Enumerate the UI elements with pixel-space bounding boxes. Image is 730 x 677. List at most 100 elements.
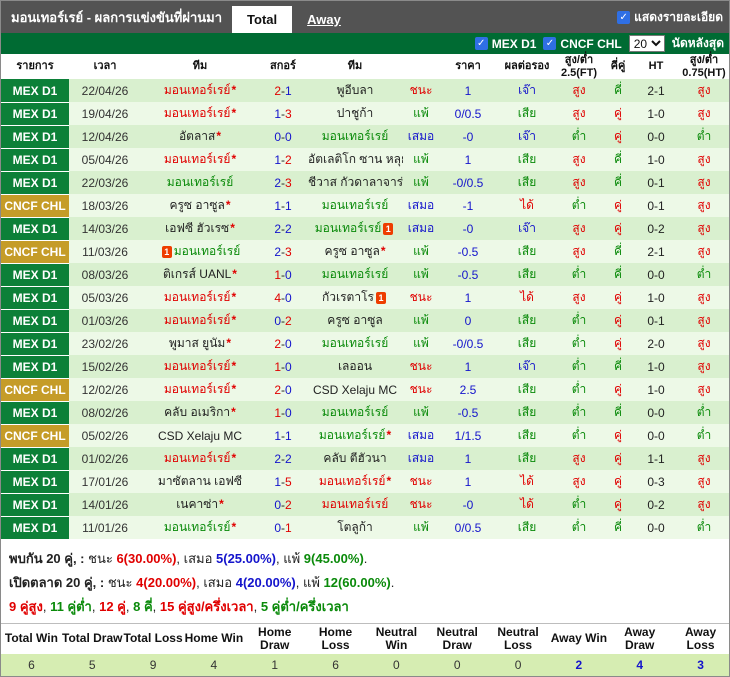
score: 2-3 bbox=[259, 240, 307, 263]
match-date: 05/03/26 bbox=[81, 290, 129, 305]
summary-segment: , เสมอ bbox=[176, 550, 217, 566]
over-under-ht: สูง bbox=[697, 336, 711, 351]
red-card-icon: 1 bbox=[375, 292, 386, 305]
league-badge: MEX D1 bbox=[1, 516, 69, 540]
away-team: ปาชูก้า bbox=[307, 102, 403, 125]
over-under-ht: ต่ำ bbox=[696, 428, 712, 443]
home-team-star-icon: * bbox=[232, 267, 237, 282]
stats-value: 0 bbox=[426, 654, 488, 676]
odd-even: คู่ bbox=[613, 198, 623, 213]
stats-value: 6 bbox=[1, 654, 62, 676]
over-under-ht: สูง bbox=[697, 244, 711, 259]
table-row: MEX D1 23/02/26 พูมาส ยูนัม* 2-0 มอนเทอร์เรย… bbox=[1, 332, 729, 356]
handicap-odds: 0 bbox=[464, 313, 472, 328]
over-under-ft: ต่ำ bbox=[571, 359, 587, 374]
summary-segment: , bbox=[152, 598, 160, 614]
table-row: MEX D1 08/03/26 ติเกรส์ UANL* 1-0 มอนเทอร์เร… bbox=[1, 263, 729, 287]
results-body: MEX D1 22/04/26 มอนเทอร์เรย์* 2-1 พูอีบลา ชนะ… bbox=[1, 79, 729, 540]
checkbox-checked-icon[interactable]: ✓ bbox=[617, 10, 631, 24]
stats-value: 6 bbox=[305, 654, 366, 676]
show-details-toggle[interactable]: ✓ แสดงรายละเอียด bbox=[617, 8, 729, 27]
score: 1-1 bbox=[259, 194, 307, 217]
score-left: 1 bbox=[274, 106, 281, 121]
handicap-result: เสีย bbox=[517, 313, 537, 328]
ht-score: 0-2 bbox=[647, 221, 665, 236]
home-team-star-icon: * bbox=[231, 290, 237, 305]
score: 1-1 bbox=[259, 424, 307, 447]
stats-column-header: Home Win bbox=[183, 623, 245, 655]
home-team-star-icon: * bbox=[231, 313, 237, 328]
away-team: มอนเทอร์เรย์ bbox=[307, 125, 403, 148]
table-row: CNCF CHL 05/02/26 CSD Xelaju MC 1-1 มอนเทอร์… bbox=[1, 424, 729, 448]
match-result: ชนะ bbox=[409, 474, 433, 489]
score: 4-0 bbox=[259, 286, 307, 309]
league-filter-cncfchl[interactable]: ✓ CNCF CHL bbox=[543, 37, 622, 51]
handicap-result: เสีย bbox=[517, 267, 537, 282]
score-right: 3 bbox=[285, 106, 292, 121]
team-name: คลับ อเมริกา bbox=[164, 405, 231, 420]
home-team: CSD Xelaju MC bbox=[141, 424, 259, 447]
stats-column-header: Away Win bbox=[548, 623, 610, 655]
team-name: มอนเทอร์เรย์ bbox=[163, 520, 231, 535]
ht-score: 0-0 bbox=[647, 428, 665, 443]
team-name: มอนเทอร์เรย์ bbox=[321, 497, 389, 512]
checkbox-checked-icon[interactable]: ✓ bbox=[543, 37, 557, 50]
odd-even: คี่ bbox=[613, 405, 623, 420]
stats-table: Total Win Total Draw Total Loss Home Win Hom… bbox=[1, 622, 729, 676]
score-left: 0 bbox=[274, 129, 281, 144]
over-under-ht: สูง bbox=[697, 474, 711, 489]
stats-column-header: Total Draw bbox=[61, 623, 123, 655]
stats-column-header: Total Win bbox=[1, 623, 62, 655]
summary-line-3: 9 คู่สูง, 11 คู่ต่ำ, 12 คู่, 8 คี่, 15 ค… bbox=[9, 596, 721, 617]
score-right: 0 bbox=[285, 405, 292, 420]
handicap-odds: -0/0.5 bbox=[452, 336, 484, 351]
over-under-ht: สูง bbox=[697, 451, 711, 466]
home-team: มอนเทอร์เรย์* bbox=[141, 355, 259, 378]
team-name: กัวเรตาโร bbox=[322, 290, 374, 305]
over-under-ft: ต่ำ bbox=[571, 497, 587, 512]
score-left: 4 bbox=[274, 290, 281, 305]
matches-count-select[interactable]: 20 bbox=[628, 35, 665, 52]
summary-line-1: พบกัน 20 คู่, : ชนะ 6(30.00%), เสมอ 5(25… bbox=[9, 548, 721, 569]
league-filter-mexd1[interactable]: ✓ MEX D1 bbox=[474, 37, 536, 51]
away-team: มอนเทอร์เรย์* bbox=[307, 424, 403, 447]
handicap-result: เจ๊า bbox=[518, 129, 536, 144]
handicap-odds: -0 bbox=[462, 497, 474, 512]
home-team-star-icon: * bbox=[231, 83, 237, 98]
tab-total[interactable]: Total bbox=[232, 6, 293, 33]
ht-score: 1-0 bbox=[647, 152, 665, 167]
home-team-star-icon: * bbox=[231, 451, 237, 466]
handicap-result: ได้ bbox=[520, 290, 534, 305]
stats-header-row: Total Win Total Draw Total Loss Home Win Hom… bbox=[1, 623, 729, 655]
tab-away[interactable]: Away bbox=[292, 6, 356, 33]
stats-values-row: 659416000243 bbox=[1, 654, 729, 676]
score-right: 0 bbox=[285, 336, 292, 351]
filter-bar: ✓ MEX D1 ✓ CNCF CHL 20 นัดหลังสุด bbox=[1, 33, 729, 54]
odd-even: คี่ bbox=[613, 267, 623, 282]
league-badge: MEX D1 bbox=[1, 102, 69, 126]
over-under-ht: สูง bbox=[697, 106, 711, 121]
over-under-ft: สูง bbox=[572, 83, 586, 98]
ht-score: 0-1 bbox=[647, 198, 665, 213]
matches-count-suffix: นัดหลังสุด bbox=[671, 36, 724, 50]
score: 0-1 bbox=[259, 516, 307, 539]
over-under-ht: สูง bbox=[697, 152, 711, 167]
results-column-header bbox=[403, 54, 439, 80]
handicap-odds: -1 bbox=[462, 198, 474, 213]
table-row: CNCF CHL 11/03/26 1 มอนเทอร์เรย์ 2-3 ครูซ อาซ… bbox=[1, 240, 729, 264]
league-badge: CNCF CHL bbox=[1, 378, 69, 402]
over-under-ht: สูง bbox=[697, 175, 711, 190]
stats-column-header: Neutral Win bbox=[365, 623, 427, 655]
over-under-ht: สูง bbox=[697, 359, 711, 374]
over-under-ht: สูง bbox=[697, 313, 711, 328]
summary-segment: 15 คู่สูง/ครึ่งเวลา bbox=[159, 598, 254, 614]
over-under-ht: สูง bbox=[697, 290, 711, 305]
score-left: 2 bbox=[274, 221, 281, 236]
checkbox-checked-icon[interactable]: ✓ bbox=[474, 37, 488, 50]
tab-group: Total Away bbox=[232, 6, 356, 33]
summary-section: พบกัน 20 คู่, : ชนะ 6(30.00%), เสมอ 5(25… bbox=[1, 539, 729, 622]
stats-column-header: Neutral Draw bbox=[426, 623, 488, 655]
red-card-icon: 1 bbox=[383, 223, 394, 236]
over-under-ft: ต่ำ bbox=[571, 267, 587, 282]
handicap-result: เสีย bbox=[517, 520, 537, 535]
